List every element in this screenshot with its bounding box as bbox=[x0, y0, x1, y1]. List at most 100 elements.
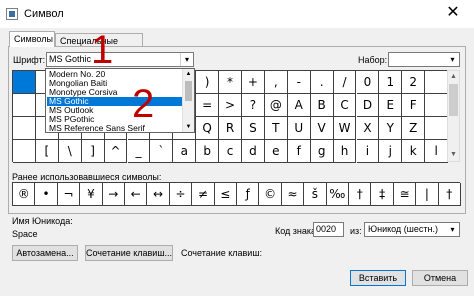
symbol-cell[interactable]: S bbox=[242, 117, 265, 140]
font-dropdown-item[interactable]: MS Gothic bbox=[47, 97, 182, 106]
symbol-cell[interactable]: b bbox=[196, 140, 220, 163]
symbol-cell[interactable]: * bbox=[219, 71, 242, 94]
char-code-input[interactable]: 0020 bbox=[313, 222, 344, 237]
recent-symbol-cell[interactable]: ≤ bbox=[214, 183, 237, 206]
symbol-cell[interactable]: Q bbox=[196, 117, 220, 140]
font-dropdown-item[interactable]: MS PGothic bbox=[47, 115, 182, 124]
symbol-cell[interactable]: B bbox=[310, 94, 334, 117]
font-dropdown-item[interactable]: MS Outlook bbox=[47, 106, 182, 115]
scroll-up-icon[interactable]: ▲ bbox=[183, 69, 194, 79]
symbol-cell[interactable] bbox=[13, 117, 36, 140]
symbol-cell[interactable]: E bbox=[379, 94, 403, 117]
symbol-cell[interactable]: 1 bbox=[379, 71, 403, 94]
symbol-cell[interactable]: , bbox=[264, 71, 288, 94]
scroll-thumb[interactable] bbox=[449, 84, 458, 116]
recent-symbol-cell[interactable]: ← bbox=[125, 183, 148, 206]
chevron-down-icon[interactable]: ▾ bbox=[180, 53, 193, 66]
chevron-down-icon[interactable]: ▾ bbox=[446, 223, 459, 236]
recent-symbol-cell[interactable]: † bbox=[349, 183, 372, 206]
symbol-cell[interactable]: C bbox=[333, 94, 357, 117]
symbol-cell[interactable]: R bbox=[219, 117, 242, 140]
symbol-cell[interactable]: T bbox=[264, 117, 288, 140]
symbol-cell[interactable]: 0 bbox=[356, 71, 380, 94]
close-button[interactable]: ✕ bbox=[436, 2, 470, 26]
font-dropdown-item[interactable]: Mongolian Baiti bbox=[47, 79, 182, 88]
recent-symbol-cell[interactable]: • bbox=[35, 183, 58, 206]
scroll-down-icon[interactable]: ▼ bbox=[183, 122, 194, 132]
symbol-cell[interactable]: f bbox=[287, 140, 311, 163]
recent-symbol-cell[interactable]: š bbox=[304, 183, 327, 206]
font-combobox[interactable]: MS Gothic ▾ bbox=[46, 52, 194, 67]
symbol-cell[interactable]: W bbox=[333, 117, 357, 140]
autocorrect-button[interactable]: Автозамена... bbox=[12, 245, 78, 261]
symbol-cell[interactable]: ? bbox=[242, 94, 265, 117]
recent-symbol-cell[interactable]: ‡ bbox=[371, 183, 394, 206]
font-dropdown-item[interactable]: Modern No. 20 bbox=[47, 70, 182, 79]
symbol-cell[interactable]: e bbox=[264, 140, 288, 163]
recent-symbol-cell[interactable]: ¥ bbox=[80, 183, 103, 206]
symbol-cell[interactable]: Y bbox=[379, 117, 403, 140]
recent-symbol-cell[interactable]: † bbox=[438, 183, 461, 206]
font-dropdown-scrollbar[interactable]: ▲ ▼ bbox=[182, 69, 194, 132]
symbol-cell[interactable]: a bbox=[173, 140, 197, 163]
shortcut-key-button[interactable]: Сочетание клавиш... bbox=[85, 245, 173, 261]
font-dropdown-item[interactable]: Monotype Corsiva bbox=[47, 88, 182, 97]
symbol-cell[interactable] bbox=[13, 140, 36, 163]
scroll-thumb[interactable] bbox=[185, 81, 192, 101]
symbol-cell[interactable] bbox=[425, 117, 449, 140]
font-dropdown-item[interactable]: MS Reference Sans Serif bbox=[47, 124, 182, 133]
symbol-cell[interactable]: ) bbox=[196, 71, 220, 94]
symbol-grid-scrollbar[interactable]: ▲ ▼ bbox=[447, 70, 460, 162]
symbol-cell[interactable]: 2 bbox=[402, 71, 426, 94]
recent-symbol-cell[interactable]: ® bbox=[13, 183, 36, 206]
symbol-cell[interactable]: g bbox=[310, 140, 334, 163]
recent-symbol-cell[interactable]: ≈ bbox=[281, 183, 305, 206]
tab-symbols[interactable]: Символы bbox=[9, 31, 55, 47]
symbol-cell[interactable]: _ bbox=[127, 140, 151, 163]
symbol-cell[interactable]: V bbox=[310, 117, 334, 140]
symbol-cell[interactable]: / bbox=[333, 71, 357, 94]
chevron-down-icon[interactable]: ▾ bbox=[446, 53, 459, 66]
symbol-cell[interactable]: @ bbox=[264, 94, 288, 117]
recent-symbol-cell[interactable]: ¬ bbox=[57, 183, 81, 206]
symbol-cell[interactable]: + bbox=[242, 71, 265, 94]
cancel-button[interactable]: Отмена bbox=[412, 270, 468, 286]
symbol-cell[interactable]: k bbox=[402, 140, 426, 163]
symbol-cell[interactable]: ] bbox=[81, 140, 105, 163]
symbol-cell[interactable] bbox=[13, 71, 36, 94]
symbol-cell[interactable]: F bbox=[402, 94, 426, 117]
recent-symbol-cell[interactable]: © bbox=[259, 183, 282, 206]
scroll-down-icon[interactable]: ▼ bbox=[448, 149, 459, 161]
recent-symbol-cell[interactable]: → bbox=[102, 183, 125, 206]
insert-button[interactable]: Вставить bbox=[350, 270, 406, 286]
symbol-cell[interactable]: ` bbox=[150, 140, 174, 163]
symbol-cell[interactable]: X bbox=[356, 117, 380, 140]
symbol-cell[interactable]: U bbox=[287, 117, 311, 140]
symbol-cell[interactable]: d bbox=[242, 140, 265, 163]
symbol-cell[interactable]: ^ bbox=[104, 140, 128, 163]
symbol-cell[interactable] bbox=[425, 71, 449, 94]
symbol-cell[interactable]: [ bbox=[35, 140, 59, 163]
symbol-cell[interactable]: A bbox=[287, 94, 311, 117]
recent-symbol-cell[interactable]: | bbox=[416, 183, 439, 206]
recent-symbol-cell[interactable]: ‰ bbox=[326, 183, 349, 206]
scroll-up-icon[interactable]: ▲ bbox=[448, 71, 459, 83]
symbol-cell[interactable]: c bbox=[219, 140, 242, 163]
symbol-cell[interactable]: = bbox=[196, 94, 220, 117]
recent-symbol-cell[interactable]: ÷ bbox=[169, 183, 193, 206]
symbol-cell[interactable]: i bbox=[356, 140, 380, 163]
symbol-cell[interactable]: - bbox=[287, 71, 311, 94]
recent-symbol-cell[interactable]: ƒ bbox=[237, 183, 260, 206]
from-combobox[interactable]: Юникод (шестн.) ▾ bbox=[364, 222, 460, 237]
symbol-cell[interactable]: j bbox=[379, 140, 403, 163]
symbol-cell[interactable]: Z bbox=[402, 117, 426, 140]
subset-combobox[interactable]: ▾ bbox=[388, 52, 460, 67]
recent-symbol-cell[interactable]: ↔ bbox=[147, 183, 170, 206]
symbol-cell[interactable]: \ bbox=[58, 140, 82, 163]
symbol-cell[interactable]: h bbox=[333, 140, 357, 163]
recent-symbol-cell[interactable]: ≅ bbox=[393, 183, 417, 206]
symbol-cell[interactable]: D bbox=[356, 94, 380, 117]
symbol-cell[interactable] bbox=[13, 94, 36, 117]
symbol-cell[interactable]: > bbox=[219, 94, 242, 117]
symbol-cell[interactable]: l bbox=[425, 140, 449, 163]
